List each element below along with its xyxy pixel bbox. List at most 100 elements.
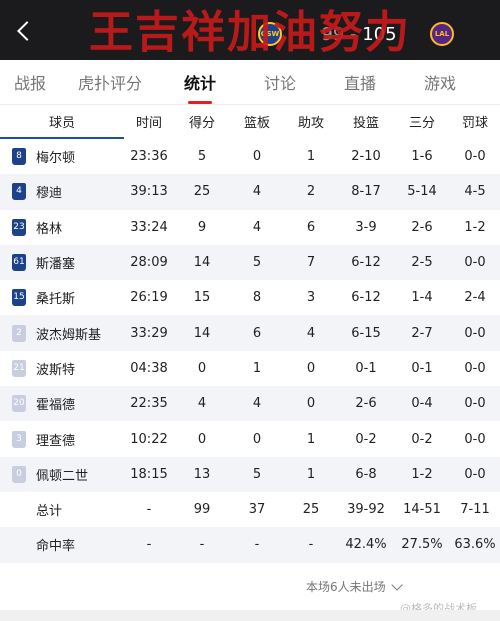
three-cell: 2-7: [394, 315, 450, 351]
points-cell: 4: [174, 386, 230, 422]
totals-row-label: 总计: [36, 504, 63, 520]
column-header-points[interactable]: 得分: [174, 105, 230, 138]
player-cell[interactable]: 4 穆迪: [0, 174, 124, 210]
ft-cell: 4-5: [450, 174, 500, 210]
points-cell: 5: [197, 148, 207, 164]
player-cell[interactable]: 61 斯潘塞: [0, 244, 124, 281]
fg-cell: 6-12: [338, 244, 394, 281]
rebounds-cell: 37: [248, 502, 266, 518]
table-row[interactable]: 0 佩顿二世 18:15 13 5 1 6-8 1-2 0-0: [0, 456, 500, 492]
column-header-free-throws[interactable]: 罚球: [450, 105, 500, 138]
assists-cell: 1: [306, 431, 316, 447]
player-cell[interactable]: 20 霍福德: [0, 386, 124, 422]
rebounds-cell: -: [230, 527, 284, 563]
points-cell: 14: [174, 315, 230, 351]
table-row[interactable]: 20 霍福德 22:35 4 4 0 2-6 0-4 0-0: [0, 386, 500, 422]
table-row[interactable]: 2 波杰姆斯基 33:29 14 6 4 6-15 2-7 0-0: [0, 315, 500, 351]
player-name[interactable]: 佩顿二世: [36, 469, 88, 484]
player-name[interactable]: 斯潘塞: [36, 257, 75, 272]
rebounds-cell: 5: [230, 456, 284, 492]
column-header-three-pointers[interactable]: 三分: [394, 105, 450, 138]
assists-cell: 1: [284, 456, 338, 492]
ft-cell: 63.6%: [450, 527, 500, 563]
three-cell: 2-6: [411, 219, 433, 235]
ft-cell: 0-0: [450, 244, 500, 281]
assists-cell: 25: [302, 502, 320, 518]
rebounds-cell: 0: [252, 148, 262, 164]
rebounds-cell: 4: [252, 219, 262, 235]
table-row[interactable]: 3 理查德 10:22 0 0 1 0-2 0-2 0-0: [0, 421, 500, 456]
time-cell: -: [124, 527, 174, 563]
overlay-title: 王吉祥加油努力: [89, 7, 411, 58]
table-row[interactable]: 23 格林 33:24 9 4 6 3-9 2-6 1-2: [0, 210, 500, 245]
player-name[interactable]: 波杰姆斯基: [36, 328, 101, 343]
points-cell: 0: [197, 431, 207, 447]
player-name[interactable]: 穆迪: [36, 186, 62, 201]
ft-cell: 0-0: [464, 360, 486, 376]
assists-cell: 0: [284, 386, 338, 422]
jersey-icon: 61: [12, 254, 26, 272]
time-cell: 04:38: [130, 360, 168, 376]
assists-cell: 4: [284, 315, 338, 351]
player-name[interactable]: 理查德: [36, 434, 75, 449]
tab-report[interactable]: 战报: [0, 70, 60, 94]
player-cell[interactable]: 8 梅尔顿: [0, 138, 124, 174]
points-cell: 14: [174, 244, 230, 281]
ft-cell: 0-0: [464, 148, 486, 164]
jersey-icon: 20: [12, 395, 26, 413]
rebounds-cell: 1: [252, 360, 262, 376]
time-cell: -: [146, 502, 152, 518]
ft-cell: 0-0: [450, 456, 500, 492]
jersey-icon: 15: [12, 289, 26, 307]
table-row[interactable]: 15 桑托斯 26:19 15 8 3 6-12 1-4 2-4: [0, 280, 500, 315]
tab-discussion[interactable]: 讨论: [240, 70, 320, 94]
time-cell: 18:15: [124, 456, 174, 492]
column-header-time: 时间: [135, 116, 162, 131]
time-cell: 33:29: [124, 315, 174, 351]
percentage-row-label: 命中率: [0, 527, 124, 563]
fg-cell: 6-12: [351, 290, 381, 306]
fg-cell: 0-2: [355, 431, 377, 447]
fg-cell: 8-17: [338, 174, 394, 210]
three-cell: 1-2: [394, 456, 450, 492]
player-cell[interactable]: 3 理查德: [0, 421, 124, 456]
player-name[interactable]: 桑托斯: [36, 292, 75, 307]
jersey-icon: 2: [12, 324, 26, 342]
time-cell: 10:22: [130, 431, 168, 447]
did-not-play-toggle[interactable]: 本场6人未出场: [306, 578, 403, 595]
fg-cell: 42.4%: [338, 527, 394, 563]
player-cell[interactable]: 2 波杰姆斯基: [0, 315, 124, 351]
tab-bar: 战报 虎扑评分 统计 讨论 直播 游戏: [0, 60, 500, 104]
three-cell: 0-1: [411, 360, 433, 376]
column-header-field-goals[interactable]: 投篮: [338, 105, 394, 138]
player-cell[interactable]: 0 佩顿二世: [0, 456, 124, 492]
player-name[interactable]: 梅尔顿: [36, 151, 75, 166]
jersey-icon: 21: [12, 359, 26, 377]
column-header-rebounds[interactable]: 篮板: [230, 105, 284, 138]
player-cell[interactable]: 15 桑托斯: [0, 280, 124, 315]
points-cell: 99: [193, 502, 211, 518]
time-cell: 22:35: [124, 386, 174, 422]
player-name[interactable]: 格林: [36, 222, 62, 237]
ft-cell: 7-11: [460, 502, 490, 518]
rebounds-cell: 5: [230, 244, 284, 281]
three-cell: 14-51: [403, 502, 441, 518]
player-cell[interactable]: 21 波斯特: [0, 351, 124, 386]
table-row[interactable]: 8 梅尔顿 23:36 5 0 1 2-10 1-6 0-0: [0, 138, 500, 174]
table-row[interactable]: 61 斯潘塞 28:09 14 5 7 6-12 2-5 0-0: [0, 244, 500, 281]
three-cell: 1-6: [411, 148, 433, 164]
column-header-assists[interactable]: 助攻: [284, 105, 338, 138]
tab-games[interactable]: 游戏: [400, 70, 480, 94]
assists-cell: 6: [306, 219, 316, 235]
player-name[interactable]: 波斯特: [36, 363, 75, 378]
tab-hupu-rating[interactable]: 虎扑评分: [60, 70, 160, 94]
tab-live[interactable]: 直播: [320, 70, 400, 94]
table-row[interactable]: 21 波斯特 04:38 0 1 0 0-1 0-1 0-0: [0, 351, 500, 386]
player-name[interactable]: 霍福德: [36, 398, 75, 413]
table-row[interactable]: 4 穆迪 39:13 25 4 2 8-17 5-14 4-5: [0, 174, 500, 210]
totals-row: 总计 - 99 37 25 39-92 14-51 7-11: [0, 492, 500, 527]
three-cell: 2-5: [394, 244, 450, 281]
rebounds-cell: 0: [252, 431, 262, 447]
player-cell[interactable]: 23 格林: [0, 210, 124, 245]
tab-stats[interactable]: 统计: [160, 70, 240, 104]
